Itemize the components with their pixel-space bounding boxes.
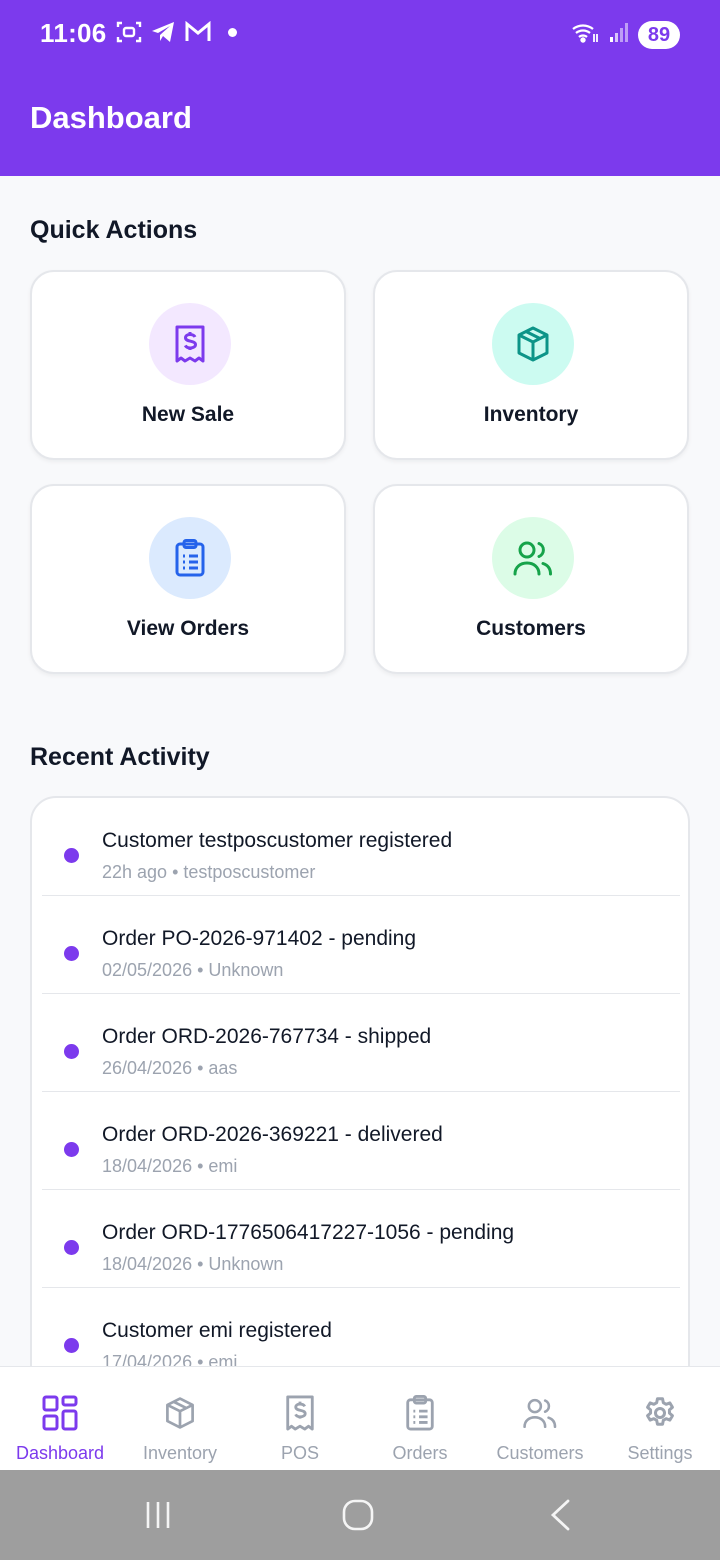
activity-title: Customer emi registered [102, 1319, 332, 1342]
new-sale-label: New Sale [141, 403, 235, 426]
nav-label-inventory: Inventory [142, 1443, 218, 1463]
receipt-dollar-icon [282, 1394, 318, 1432]
notification-icons [116, 20, 237, 44]
users-icon [522, 1394, 558, 1432]
bottom-nav: Dashboard Inventory POS Orders Customers… [0, 1366, 720, 1470]
recent-apps-icon[interactable] [118, 1470, 198, 1560]
status-right: 89 [570, 20, 680, 49]
activity-dot-icon [64, 1142, 79, 1157]
nav-item-customers[interactable]: Customers [480, 1367, 600, 1471]
activity-dot-icon [64, 946, 79, 961]
nav-item-dashboard[interactable]: Dashboard [0, 1367, 120, 1471]
activity-item[interactable]: Order ORD-1776506417227-1056 - pending 1… [42, 1190, 680, 1288]
nav-label-orders: Orders [392, 1443, 448, 1463]
box-icon [492, 303, 574, 385]
view-orders-button[interactable]: View Orders [30, 484, 346, 674]
users-icon [492, 517, 574, 599]
system-nav-bar [0, 1470, 720, 1560]
back-icon[interactable] [520, 1470, 600, 1560]
customers-button[interactable]: Customers [373, 484, 689, 674]
nav-label-customers: Customers [496, 1443, 584, 1463]
inventory-label: Inventory [483, 403, 579, 426]
nav-item-pos[interactable]: POS [240, 1367, 360, 1471]
activity-meta: 26/04/2026 • aas [102, 1058, 238, 1078]
activity-title: Order ORD-1776506417227-1056 - pending [102, 1221, 515, 1244]
clipboard-list-icon [149, 517, 231, 599]
receipt-dollar-icon [149, 303, 231, 385]
nav-item-inventory[interactable]: Inventory [120, 1367, 240, 1471]
activity-title: Order PO-2026-971402 - pending [102, 927, 417, 950]
screen-record-icon [116, 20, 142, 44]
status-time: 11:06 [40, 18, 107, 48]
battery-icon: 89 [638, 20, 680, 49]
activity-dot-icon [64, 1338, 79, 1353]
activity-meta: 02/05/2026 • Unknown [102, 960, 284, 980]
gmail-icon [184, 21, 212, 43]
telegram-icon [150, 20, 176, 44]
nav-label-settings: Settings [627, 1443, 693, 1463]
activity-item[interactable]: Customer testposcustomer registered 22h … [42, 798, 680, 896]
box-icon [162, 1394, 198, 1432]
activity-item[interactable]: Order PO-2026-971402 - pending 02/05/202… [42, 896, 680, 994]
gear-icon [642, 1394, 678, 1432]
quick-actions-title: Quick Actions [30, 216, 198, 244]
notification-dot-icon [228, 27, 237, 37]
recent-activity-title: Recent Activity [30, 743, 210, 771]
activity-title: Order ORD-2026-369221 - delivered [102, 1123, 443, 1146]
activity-title: Order ORD-2026-767734 - shipped [102, 1025, 432, 1048]
signal-icon [608, 21, 630, 48]
status-bar: 11:06 89 [0, 0, 720, 70]
wifi-icon [570, 20, 600, 49]
nav-item-orders[interactable]: Orders [360, 1367, 480, 1471]
app-header: Dashboard [0, 70, 720, 176]
recent-activity-list: Customer testposcustomer registered 22h … [30, 796, 690, 1396]
view-orders-label: View Orders [126, 617, 250, 640]
activity-dot-icon [64, 848, 79, 863]
activity-meta: 18/04/2026 • emi [102, 1156, 238, 1176]
page-title: Dashboard [30, 100, 192, 135]
home-icon[interactable] [318, 1470, 398, 1560]
nav-label-pos: POS [280, 1443, 319, 1463]
activity-meta: 18/04/2026 • Unknown [102, 1254, 284, 1274]
activity-item[interactable]: Order ORD-2026-369221 - delivered 18/04/… [42, 1092, 680, 1190]
activity-item[interactable]: Order ORD-2026-767734 - shipped 26/04/20… [42, 994, 680, 1092]
clipboard-list-icon [402, 1394, 438, 1432]
customers-label: Customers [476, 617, 586, 640]
activity-meta: 22h ago • testposcustomer [102, 862, 316, 882]
new-sale-button[interactable]: New Sale [30, 270, 346, 460]
activity-title: Customer testposcustomer registered [102, 829, 453, 852]
activity-dot-icon [64, 1240, 79, 1255]
nav-label-dashboard: Dashboard [15, 1443, 105, 1463]
activity-dot-icon [64, 1044, 79, 1059]
grid-icon [42, 1394, 78, 1432]
nav-item-settings[interactable]: Settings [600, 1367, 720, 1471]
inventory-button[interactable]: Inventory [373, 270, 689, 460]
